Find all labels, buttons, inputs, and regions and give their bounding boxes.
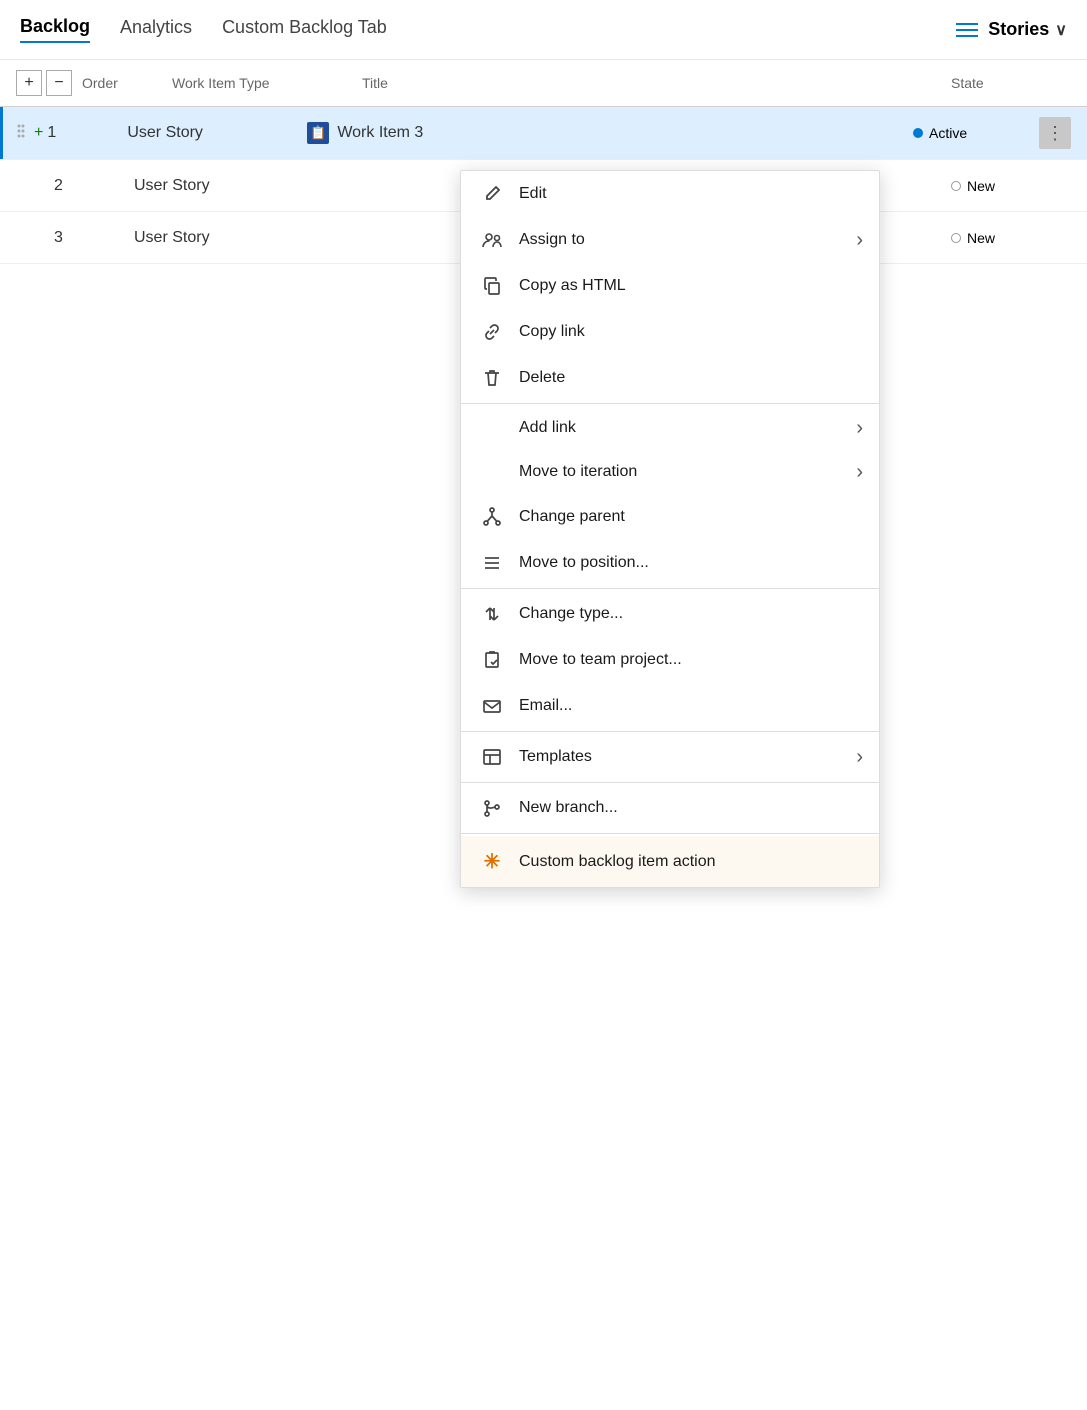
cell-order: 2 <box>54 177 134 195</box>
nav-analytics[interactable]: Analytics <box>120 17 192 42</box>
context-menu-overlay: Edit Assign to Copy as HTML Copy link <box>460 170 880 888</box>
work-item-type-icon: 📋 <box>307 122 329 144</box>
person-group-icon <box>481 230 503 250</box>
nav-custom-tab[interactable]: Custom Backlog Tab <box>222 17 387 42</box>
menu-item-new-branch-label: New branch... <box>519 799 859 817</box>
pencil-icon <box>481 184 503 204</box>
nav-backlog[interactable]: Backlog <box>20 16 90 43</box>
menu-item-delete[interactable]: Delete <box>461 355 879 401</box>
menu-item-change-type-label: Change type... <box>519 605 859 623</box>
row-selection-indicator <box>0 107 3 159</box>
row-context-menu-button[interactable]: ⋮ <box>1039 117 1071 149</box>
menu-item-templates-label: Templates <box>519 748 859 766</box>
menu-item-move-position[interactable]: Move to position... <box>461 540 879 586</box>
menu-item-copy-link-label: Copy link <box>519 323 859 341</box>
context-menu: Edit Assign to Copy as HTML Copy link <box>460 170 880 888</box>
menu-divider <box>461 403 879 404</box>
cell-state: New <box>951 178 1071 194</box>
menu-item-move-iteration-label: Move to iteration <box>519 463 859 481</box>
menu-item-edit-label: Edit <box>519 185 859 203</box>
menu-item-change-type[interactable]: Change type... <box>461 591 879 637</box>
menu-item-delete-label: Delete <box>519 369 859 387</box>
menu-divider <box>461 731 879 732</box>
menu-item-add-link[interactable]: Add link <box>461 406 879 450</box>
menu-item-copy-html-label: Copy as HTML <box>519 277 859 295</box>
column-header-title: Title <box>362 75 941 91</box>
branch-icon <box>481 798 503 818</box>
envelope-icon <box>481 696 503 716</box>
menu-item-change-parent-label: Change parent <box>519 508 859 526</box>
menu-item-add-link-label: Add link <box>519 419 859 437</box>
menu-item-new-branch[interactable]: New branch... <box>461 785 879 831</box>
menu-item-move-iteration[interactable]: Move to iteration <box>461 450 879 494</box>
cell-state: Active <box>913 125 1033 141</box>
expand-all-button[interactable]: + <box>16 70 42 96</box>
menu-divider <box>461 833 879 834</box>
menu-item-assign-to-label: Assign to <box>519 231 859 249</box>
chevron-down-icon: ∨ <box>1055 20 1067 40</box>
column-header-state: State <box>951 75 1071 91</box>
collapse-all-button[interactable]: − <box>46 70 72 96</box>
state-indicator-dot <box>913 128 923 138</box>
clipboard-move-icon <box>481 650 503 670</box>
copy-icon <box>481 276 503 296</box>
menu-divider <box>461 588 879 589</box>
expand-collapse-buttons: + − <box>16 70 72 96</box>
state-indicator-dot <box>951 181 961 191</box>
stories-dropdown-button[interactable]: Stories ∨ <box>988 19 1067 40</box>
column-header-type: Work Item Type <box>172 75 352 91</box>
menu-item-copy-link[interactable]: Copy link <box>461 309 879 355</box>
table-header-row: + − Order Work Item Type Title State <box>0 60 1087 107</box>
arrows-icon <box>481 604 503 624</box>
cell-order: 1 <box>47 124 127 142</box>
cell-order: 3 <box>54 229 134 247</box>
table-list-icon <box>481 747 503 767</box>
cell-type: User Story <box>134 229 314 247</box>
menu-item-move-project[interactable]: Move to team project... <box>461 637 879 683</box>
menu-item-email[interactable]: Email... <box>461 683 879 729</box>
menu-item-templates[interactable]: Templates <box>461 734 879 780</box>
state-indicator-dot <box>951 233 961 243</box>
trash-icon <box>481 368 503 388</box>
lines-icon <box>481 553 503 573</box>
cell-state: New <box>951 230 1071 246</box>
row-add-child-button[interactable]: + <box>34 124 43 142</box>
top-navigation: Backlog Analytics Custom Backlog Tab Sto… <box>0 0 1087 60</box>
drag-handle[interactable] <box>16 123 30 144</box>
cell-type: User Story <box>134 177 314 195</box>
link-icon <box>481 322 503 342</box>
menu-item-move-position-label: Move to position... <box>519 554 859 572</box>
column-header-order: Order <box>82 75 162 91</box>
table-row[interactable]: + 1 User Story 📋 Work Item 3 Active ⋮ <box>0 107 1087 160</box>
menu-item-copy-html[interactable]: Copy as HTML <box>461 263 879 309</box>
menu-item-move-project-label: Move to team project... <box>519 651 859 669</box>
hierarchy-icon <box>481 507 503 527</box>
menu-item-edit[interactable]: Edit <box>461 171 879 217</box>
cell-type: User Story <box>127 124 307 142</box>
menu-divider <box>461 782 879 783</box>
cell-title: 📋 Work Item 3 <box>307 122 913 144</box>
nav-right-controls: Stories ∨ <box>956 19 1067 40</box>
view-options-icon[interactable] <box>956 23 978 37</box>
menu-item-custom-action-label: Custom backlog item action <box>519 853 859 871</box>
menu-item-change-parent[interactable]: Change parent <box>461 494 879 540</box>
asterisk-icon: ✳ <box>481 849 503 874</box>
menu-item-custom-action[interactable]: ✳ Custom backlog item action <box>461 836 879 887</box>
menu-item-email-label: Email... <box>519 697 859 715</box>
menu-item-assign-to[interactable]: Assign to <box>461 217 879 263</box>
